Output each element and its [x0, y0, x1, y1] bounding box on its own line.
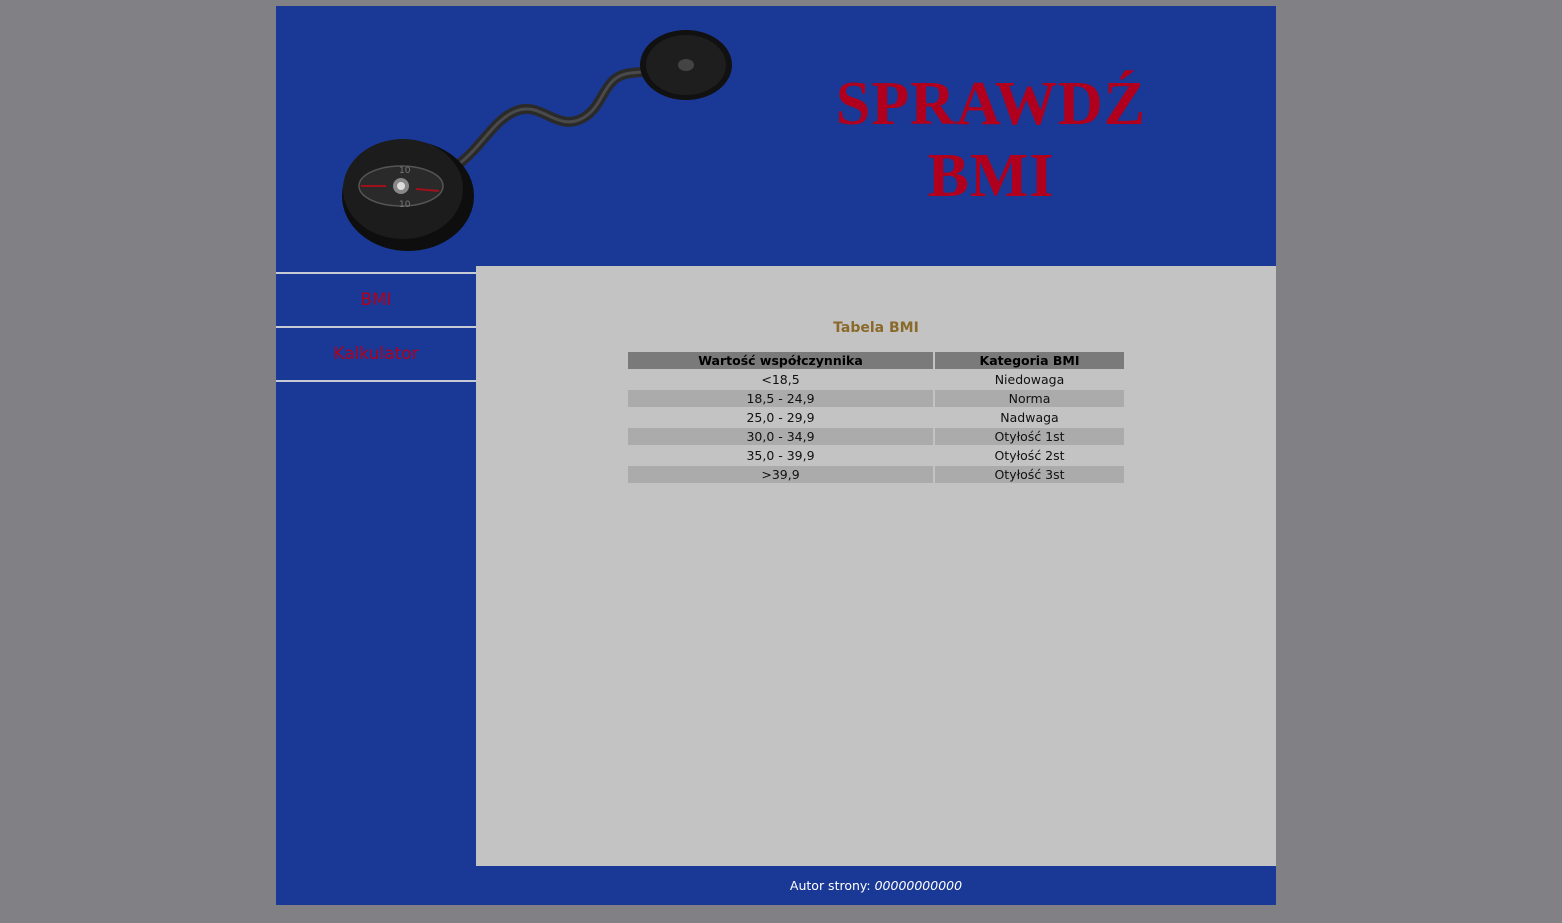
- side-menu: BMI Kalkulator: [276, 272, 476, 382]
- site-title-line1: SPRAWDŹ: [835, 70, 1147, 138]
- bmi-table: Wartość współczynnika Kategoria BMI <18,…: [626, 350, 1126, 485]
- barbell-icon: 10 10: [342, 30, 732, 251]
- content-title: Tabela BMI: [833, 320, 919, 336]
- table-cell-category: Norma: [935, 390, 1124, 407]
- table-row: 30,0 - 34,9 Otyłość 1st: [628, 428, 1124, 445]
- site-footer: Autor strony: 00000000000: [476, 866, 1276, 905]
- column-header-value: Wartość współczynnika: [628, 352, 933, 369]
- svg-text:10: 10: [399, 200, 411, 210]
- table-row: 35,0 - 39,9 Otyłość 2st: [628, 447, 1124, 464]
- table-cell-category: Otyłość 1st: [935, 428, 1124, 445]
- site-header: 10 10 SPRAWDŹ BMI: [276, 6, 1276, 266]
- table-cell-value: 30,0 - 34,9: [628, 428, 933, 445]
- menu-item-kalkulator[interactable]: Kalkulator: [276, 328, 476, 382]
- page-container: 10 10 SPRAWDŹ BMI BMI Kalkulator Tabela …: [276, 6, 1276, 905]
- table-cell-value: 18,5 - 24,9: [628, 390, 933, 407]
- table-row: 25,0 - 29,9 Nadwaga: [628, 409, 1124, 426]
- main-content: Tabela BMI Wartość współczynnika Kategor…: [476, 266, 1276, 866]
- table-cell-category: Otyłość 3st: [935, 466, 1124, 483]
- svg-text:10: 10: [399, 166, 411, 176]
- table-cell-category: Niedowaga: [994, 372, 1065, 387]
- table-row: <18,5 Niedowaga: [628, 371, 1124, 388]
- table-cell-value: <18,5: [761, 372, 800, 387]
- table-cell-category: Nadwaga: [1000, 410, 1059, 425]
- site-title: SPRAWDŹ BMI: [776, 68, 1206, 212]
- menu-item-bmi[interactable]: BMI: [276, 274, 476, 328]
- table-cell-value: 25,0 - 29,9: [746, 410, 815, 425]
- table-cell-value: 35,0 - 39,9: [746, 448, 815, 463]
- site-title-line2: BMI: [927, 142, 1055, 210]
- footer-author: 00000000000: [874, 878, 963, 893]
- table-cell-value: >39,9: [628, 466, 933, 483]
- table-row: >39,9 Otyłość 3st: [628, 466, 1124, 483]
- footer-label: Autor strony:: [789, 878, 871, 893]
- table-header-row: Wartość współczynnika Kategoria BMI: [628, 352, 1124, 369]
- column-header-category: Kategoria BMI: [935, 352, 1124, 369]
- table-row: 18,5 - 24,9 Norma: [628, 390, 1124, 407]
- table-cell-category: Otyłość 2st: [994, 448, 1065, 463]
